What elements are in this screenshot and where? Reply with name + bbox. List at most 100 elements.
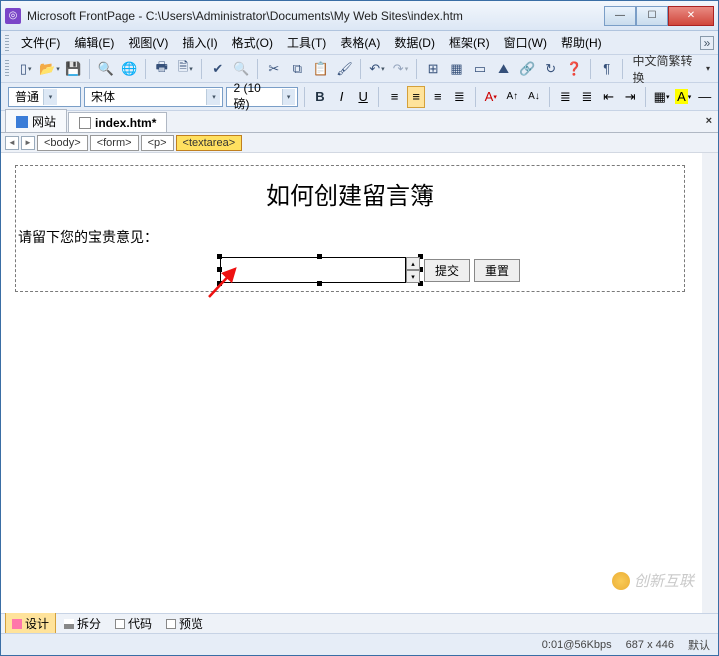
separator: [304, 87, 305, 107]
bullet-list-button[interactable]: ≣: [578, 86, 597, 108]
menu-file[interactable]: 文件(F): [15, 32, 66, 53]
design-icon: [12, 619, 22, 629]
cut-button[interactable]: ✂: [263, 58, 285, 80]
underline-button[interactable]: U: [354, 86, 373, 108]
tag-nav-next[interactable]: ►: [21, 136, 35, 150]
publish-button[interactable]: 🌐: [118, 58, 140, 80]
resize-handle[interactable]: [217, 254, 222, 259]
hyperlink-button[interactable]: 🔗: [516, 58, 538, 80]
design-canvas[interactable]: 如何创建留言簿 请留下您的宝贵意见： ▴▾: [1, 153, 718, 613]
menu-view[interactable]: 视图(V): [122, 32, 174, 53]
watermark-icon: [612, 572, 630, 590]
window-title: Microsoft FrontPage - C:\Users\Administr…: [27, 9, 604, 23]
submit-button[interactable]: 提交: [424, 259, 470, 282]
tag-form[interactable]: <form>: [90, 135, 139, 151]
tag-p[interactable]: <p>: [141, 135, 174, 151]
tag-nav-prev[interactable]: ◄: [5, 136, 19, 150]
paste-button[interactable]: 📋: [310, 58, 332, 80]
menu-tools[interactable]: 工具(T): [281, 32, 332, 53]
menu-overflow[interactable]: »: [700, 36, 714, 50]
resize-handle[interactable]: [317, 254, 322, 259]
open-button[interactable]: 📂▾: [38, 58, 60, 80]
font-color-button[interactable]: A▾: [481, 86, 500, 108]
maximize-button[interactable]: ☐: [636, 6, 668, 26]
insert-layer-button[interactable]: ▭: [469, 58, 491, 80]
ime-convert-button[interactable]: 中文简繁转换 ▾: [628, 52, 714, 86]
numbered-list-button[interactable]: ≣: [556, 86, 575, 108]
web-component-button[interactable]: ⊞: [422, 58, 444, 80]
print-button[interactable]: 🖶: [151, 58, 173, 80]
show-marks-button[interactable]: ¶: [596, 58, 618, 80]
align-right-button[interactable]: ≡: [428, 86, 447, 108]
insert-picture-button[interactable]: ⛰: [493, 58, 515, 80]
document-icon: [79, 117, 91, 129]
align-center-button[interactable]: ≡: [407, 86, 426, 108]
textarea-field[interactable]: [220, 257, 406, 283]
align-justify-button[interactable]: ≣: [450, 86, 469, 108]
insert-table-button[interactable]: ▦: [446, 58, 468, 80]
menu-window[interactable]: 窗口(W): [498, 32, 553, 53]
view-code-button[interactable]: 代码: [109, 613, 158, 634]
new-button[interactable]: ▯▾: [15, 58, 37, 80]
menu-help[interactable]: 帮助(H): [555, 32, 608, 53]
save-button[interactable]: 💾: [62, 58, 84, 80]
view-split-button[interactable]: 拆分: [58, 613, 107, 634]
font-size-down-button[interactable]: A↓: [525, 86, 544, 108]
preview-button[interactable]: 🗎▾: [175, 58, 197, 80]
status-mode: 默认: [688, 637, 710, 653]
separator: [622, 59, 623, 79]
style-combo[interactable]: 普通▾: [8, 87, 81, 107]
page-heading[interactable]: 如何创建留言簿: [16, 166, 684, 221]
font-combo[interactable]: 宋体▾: [84, 87, 223, 107]
separator: [145, 59, 146, 79]
menu-insert[interactable]: 插入(I): [176, 32, 223, 53]
italic-button[interactable]: I: [332, 86, 351, 108]
tab-website[interactable]: 网站: [5, 109, 67, 132]
font-size-up-button[interactable]: A↑: [503, 86, 522, 108]
bold-button[interactable]: B: [311, 86, 330, 108]
close-button[interactable]: ✕: [668, 6, 714, 26]
menu-table[interactable]: 表格(A): [334, 32, 386, 53]
tag-body[interactable]: <body>: [37, 135, 88, 151]
borders-button[interactable]: ▦▾: [652, 86, 671, 108]
resize-handle[interactable]: [317, 281, 322, 286]
separator: [475, 87, 476, 107]
hr-button[interactable]: —: [695, 86, 714, 108]
help-button[interactable]: ❓: [563, 58, 585, 80]
form-outline: 如何创建留言簿 请留下您的宝贵意见： ▴▾: [15, 165, 685, 292]
tag-textarea[interactable]: <textarea>: [176, 135, 243, 151]
search-button[interactable]: 🔍: [95, 58, 117, 80]
outdent-button[interactable]: ⇤: [599, 86, 618, 108]
refresh-button[interactable]: ↻: [540, 58, 562, 80]
highlight-button[interactable]: A▾: [674, 86, 693, 108]
copy-button[interactable]: ⧉: [287, 58, 309, 80]
menu-edit[interactable]: 编辑(E): [68, 32, 120, 53]
menu-data[interactable]: 数据(D): [388, 32, 441, 53]
indent-button[interactable]: ⇥: [621, 86, 640, 108]
textarea-scrollbar[interactable]: ▴▾: [406, 257, 420, 283]
size-combo[interactable]: 2 (10 磅)▾: [226, 87, 297, 107]
separator: [360, 59, 361, 79]
minimize-button[interactable]: —: [604, 6, 636, 26]
research-button[interactable]: 🔍: [231, 58, 253, 80]
prompt-text[interactable]: 请留下您的宝贵意见：: [16, 221, 684, 253]
preview-icon: [166, 619, 176, 629]
annotation-arrow-icon: [205, 261, 245, 301]
undo-button[interactable]: ↶▾: [366, 58, 388, 80]
redo-button[interactable]: ↷▾: [390, 58, 412, 80]
spell-button[interactable]: ✔: [207, 58, 229, 80]
align-left-button[interactable]: ≡: [385, 86, 404, 108]
tab-index-htm[interactable]: index.htm*: [68, 112, 167, 132]
menu-format[interactable]: 格式(O): [226, 32, 279, 53]
separator: [416, 59, 417, 79]
reset-button[interactable]: 重置: [474, 259, 520, 282]
separator: [645, 87, 646, 107]
separator: [257, 59, 258, 79]
menu-frame[interactable]: 框架(R): [443, 32, 496, 53]
textarea-selection[interactable]: ▴▾: [220, 257, 420, 283]
app-icon: [5, 8, 21, 24]
view-design-button[interactable]: 设计: [5, 612, 56, 635]
format-painter-button[interactable]: 🖌: [334, 58, 356, 80]
close-tab-button[interactable]: ×: [706, 115, 712, 127]
view-preview-button[interactable]: 预览: [160, 613, 209, 634]
